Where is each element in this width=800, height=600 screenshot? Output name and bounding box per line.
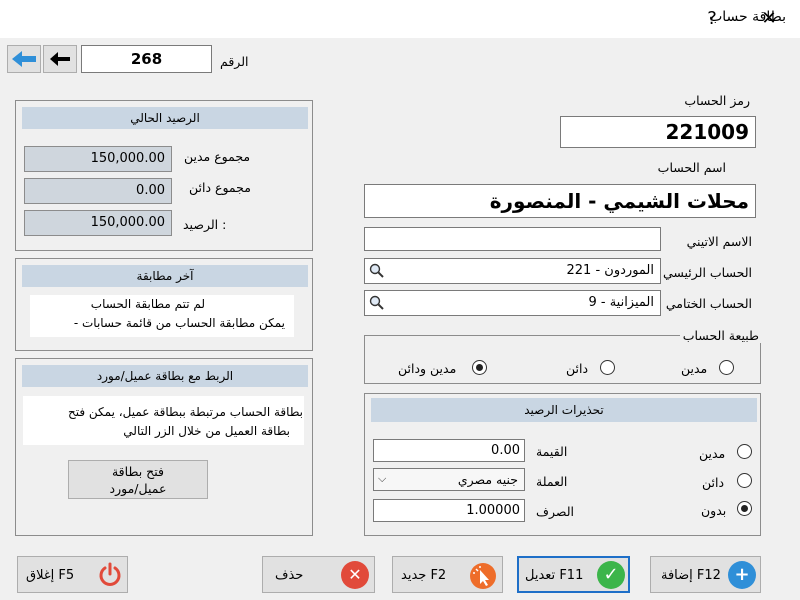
warning-label-credit: دائن — [702, 475, 725, 490]
account-nature-title: طبيعة الحساب — [679, 328, 762, 343]
edit-button-label: تعديل F11 — [525, 568, 584, 583]
blue-arrow-left-icon — [12, 51, 36, 67]
nature-radio-credit[interactable] — [600, 360, 615, 375]
new-button[interactable]: جديد F2 — [392, 556, 503, 593]
parent-account-field[interactable]: 221 - الموردون — [364, 258, 661, 284]
nav-first-button[interactable] — [7, 45, 41, 73]
plus-icon: + — [728, 561, 756, 589]
total-credit-label: مجموع دائن — [189, 180, 251, 195]
power-icon — [99, 562, 121, 586]
number-label: الرقم — [220, 54, 249, 69]
delete-button[interactable]: ✕ حذف — [262, 556, 375, 593]
warning-label-none: بدون — [701, 503, 727, 518]
warning-radio-credit[interactable] — [737, 473, 752, 488]
nature-label-both: مدين ودائن — [398, 361, 457, 376]
balance-warnings-title: تحذيرات الرصيد — [371, 398, 757, 422]
account-name-field[interactable]: محلات الشيمي - المنصورة — [364, 184, 756, 218]
close-button[interactable]: إغلاق F5 — [17, 556, 128, 593]
warning-label-debit: مدين — [699, 446, 726, 461]
latin-name-field[interactable] — [364, 227, 661, 251]
nature-label-debit: مدين — [681, 361, 708, 376]
open-card-line-2: عميل/مورد — [109, 481, 167, 496]
account-code-label: رمز الحساب — [684, 93, 750, 108]
record-number-field[interactable]: 268 — [81, 45, 212, 73]
total-debit-value: 150,000.00 — [24, 146, 172, 172]
cursor-click-icon — [470, 563, 496, 589]
help-button[interactable]: ? — [697, 6, 727, 32]
exchange-rate-field[interactable]: 1.00000 — [373, 499, 525, 522]
total-credit-value: 0.00 — [24, 178, 172, 204]
open-customer-card-button[interactable]: فتح بطاقة عميل/مورد — [68, 460, 208, 499]
matching-line-1: لم تتم مطابقة الحساب — [90, 297, 205, 311]
add-button-label: إضافة F12 — [661, 568, 721, 583]
chevron-down-icon: ⌵ — [378, 472, 387, 485]
warning-value-label: القيمة — [536, 444, 568, 459]
current-balance-title: الرصيد الحالي — [22, 107, 308, 129]
edit-button[interactable]: ✓ تعديل F11 — [517, 556, 630, 593]
matching-line-2: - يمكن مطابقة الحساب من قائمة حسابات — [73, 316, 285, 330]
nature-radio-both[interactable] — [472, 360, 487, 375]
nature-label-credit: دائن — [566, 361, 589, 376]
latin-name-label: الاسم الاتيني — [686, 234, 752, 249]
final-account-label: الحساب الختامي — [665, 296, 752, 311]
last-matching-title: آخر مطابقة — [22, 265, 308, 287]
final-account-field[interactable]: 9 - الميزانية — [364, 290, 661, 316]
link-text-line-1: بطاقة الحساب مرتبطة ببطاقة عميل، يمكن فت… — [67, 405, 303, 419]
warning-radio-debit[interactable] — [737, 444, 752, 459]
open-card-line-1: فتح بطاقة — [111, 464, 164, 479]
black-arrow-left-icon — [50, 52, 70, 66]
balance-label: الرصيد : — [183, 217, 227, 232]
add-button[interactable]: + إضافة F12 — [650, 556, 761, 593]
account-name-label: اسم الحساب — [657, 160, 726, 175]
delete-button-label: حذف — [275, 568, 304, 583]
total-debit-label: مجموع مدين — [184, 149, 251, 164]
search-icon[interactable] — [369, 263, 385, 279]
checkmark-icon: ✓ — [597, 561, 625, 589]
parent-account-label: الحساب الرئيسي — [662, 265, 752, 280]
currency-label: العملة — [536, 474, 568, 489]
delete-x-icon: ✕ — [341, 561, 369, 589]
account-code-field[interactable]: 221009 — [560, 116, 756, 148]
warning-value-field[interactable]: 0.00 — [373, 439, 525, 462]
title-bar — [0, 0, 800, 38]
new-button-label: جديد F2 — [401, 568, 447, 583]
currency-select[interactable]: جنيه مصري — [373, 468, 525, 491]
link-text-line-2: بطاقة العميل من خلال الزر التالي — [123, 424, 290, 438]
close-window-button[interactable]: ✕ — [754, 6, 784, 32]
nav-prev-button[interactable] — [43, 45, 77, 73]
link-title: الربط مع بطاقة عميل/مورد — [22, 365, 308, 387]
close-button-label: إغلاق F5 — [26, 568, 75, 583]
exchange-rate-label: الصرف — [536, 504, 574, 519]
nature-radio-debit[interactable] — [719, 360, 734, 375]
search-icon[interactable] — [369, 295, 385, 311]
balance-value: 150,000.00 — [24, 210, 172, 236]
warning-radio-none[interactable] — [737, 501, 752, 516]
